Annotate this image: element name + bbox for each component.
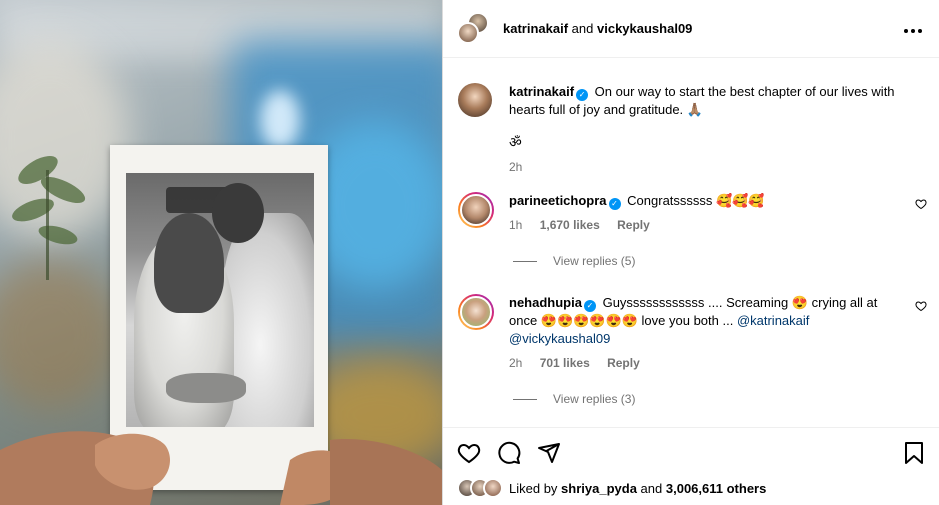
view-replies-button[interactable]: View replies (5) [513,254,895,268]
avatar [460,296,492,328]
liked-by-and: and [640,480,663,496]
comment: nehadhupia ✓ Guyssssssssssss .... Screami… [443,294,939,406]
replies-divider [513,398,537,400]
post-owners: katrinakaif and vickykaushal09 [503,21,692,36]
avatar[interactable] [458,83,492,117]
comments-scroll-area[interactable]: katrinakaif ✓ On our way to start the bes… [443,59,939,427]
comment-bubble-icon[interactable] [497,441,521,465]
post-sidebar: katrinakaif and vickykaushal09 katrinaka… [442,0,939,505]
post-photo[interactable] [0,0,442,505]
like-heart-icon[interactable] [457,441,481,465]
comment-like-heart-icon[interactable] [915,198,927,213]
caption-meta: 2h [509,160,895,174]
avatar [457,21,479,44]
comment-text: Congratssssss 🥰🥰🥰 [627,193,765,208]
mention-link[interactable]: @vickykaushal09 [509,331,610,346]
view-replies-label: View replies (3) [553,392,636,406]
post-actions [443,427,939,477]
liked-by-prefix: Liked by [509,480,558,496]
owner-username-1[interactable]: katrinakaif [503,21,568,36]
avatar [460,194,492,226]
photo-figure-hands [166,373,246,403]
mention-link[interactable]: @katrinakaif [737,313,809,328]
owner-username-2[interactable]: vickykaushal09 [597,21,692,36]
likes-count[interactable]: 3,006,611 others [666,481,766,496]
caption-om: ॐ [509,134,522,150]
post-header: katrinakaif and vickykaushal09 [443,0,939,58]
verified-badge-icon: ✓ [583,300,596,312]
photo-bg-furniture [0,260,120,410]
view-replies-button[interactable]: View replies (3) [513,392,895,406]
avatar [483,478,503,498]
comment-meta: 2h 701 likes Reply [509,356,895,370]
more-horizontal-icon[interactable] [903,18,923,39]
collab-avatars[interactable] [457,11,491,46]
comment-username[interactable]: nehadhupia [509,295,582,310]
story-ring-avatar[interactable] [458,294,494,330]
comment-time[interactable]: 2h [509,356,522,370]
comment-likes[interactable]: 1,670 likes [540,218,600,232]
liked-by-line: Liked by shriya_pyda and 3,006,611 other… [457,478,766,498]
reply-button[interactable]: Reply [607,356,640,370]
owners-connector: and [571,21,594,36]
liked-by-user[interactable]: shriya_pyda [561,481,637,496]
caption: katrinakaif ✓ On our way to start the bes… [443,59,939,174]
share-send-icon[interactable] [537,441,561,465]
photo-bg-lamp [260,90,300,150]
reply-button[interactable]: Reply [617,218,650,232]
photo-figure-hair [154,213,224,313]
story-ring-avatar[interactable] [458,192,494,228]
photo-figure-head [212,183,264,243]
verified-badge-icon: ✓ [608,198,621,210]
comment-username[interactable]: parineetichopra [509,193,607,208]
comment-meta: 1h 1,670 likes Reply [509,218,895,232]
comment-time[interactable]: 1h [509,218,522,232]
comment-like-heart-icon[interactable] [915,300,927,315]
plant-shape [12,156,86,280]
polaroid-image [126,173,314,427]
verified-badge-icon: ✓ [576,89,589,101]
caption-username[interactable]: katrinakaif [509,84,574,99]
comment: parineetichopra ✓ Congratssssss 🥰🥰🥰 1h 1,… [443,192,939,268]
bookmark-save-icon[interactable] [903,441,925,465]
instagram-post: katrinakaif and vickykaushal09 katrinaka… [0,0,939,505]
hand-holding-polaroid [0,431,442,505]
view-replies-label: View replies (5) [553,254,636,268]
caption-time[interactable]: 2h [509,160,522,174]
replies-divider [513,260,537,262]
comment-likes[interactable]: 701 likes [540,356,590,370]
